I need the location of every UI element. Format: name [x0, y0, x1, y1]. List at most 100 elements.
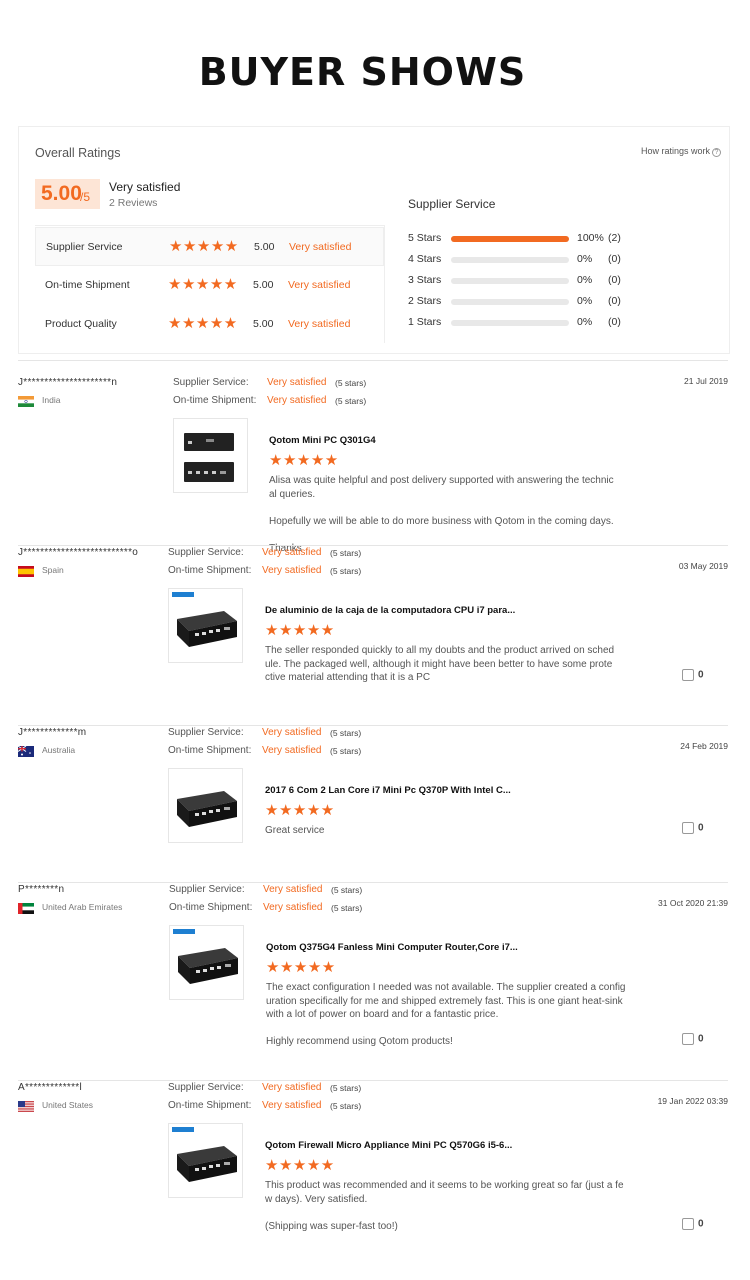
product-image[interactable]	[168, 768, 243, 843]
supplier-service-label: Supplier Service:	[169, 884, 245, 895]
product-image[interactable]	[169, 925, 244, 1000]
star-bar-row: 1 Stars 0% (0)	[408, 316, 648, 330]
star-bar-row: 3 Stars 0% (0)	[408, 274, 648, 288]
review-date: 24 Feb 2019	[680, 741, 728, 751]
supplier-service-value: Very satisfied	[262, 727, 322, 738]
divider	[18, 1080, 728, 1081]
divider	[18, 882, 728, 883]
star-bar-row: 2 Stars 0% (0)	[408, 295, 648, 309]
star-bar-track	[451, 320, 569, 326]
on-time-shipment-stars: (5 stars)	[330, 566, 362, 576]
on-time-shipment-label: On-time Shipment:	[168, 1100, 252, 1111]
review-text: Alisa was quite helpful and post deliver…	[269, 475, 614, 554]
helpful-button[interactable]: 0	[682, 822, 704, 834]
category-name: Product Quality	[45, 318, 117, 330]
supplier-service-stars: (5 stars)	[330, 728, 362, 738]
score-badge: 5.00 /5	[35, 179, 100, 209]
overall-score-denominator: /5	[80, 190, 91, 204]
star-bar-label: 2 Stars	[408, 295, 442, 307]
category-row-product-quality[interactable]: Product Quality ★★★★★ 5.00 Very satisfie…	[35, 305, 384, 344]
review-text: This product was recommended and it seem…	[265, 1180, 624, 1232]
category-stars: ★★★★★	[168, 315, 238, 332]
helpful-count: 0	[698, 1033, 704, 1045]
product-image[interactable]	[168, 1123, 243, 1198]
supplier-service-stars: (5 stars)	[330, 1083, 362, 1093]
category-score: 5.00	[253, 279, 274, 291]
category-text: Very satisfied	[289, 241, 352, 253]
star-bar-count: (0)	[608, 295, 621, 307]
product-image[interactable]	[173, 418, 248, 493]
on-time-shipment-value: Very satisfied	[263, 902, 323, 913]
supplier-service-label: Supplier Service:	[168, 547, 244, 558]
supplier-service-stars: (5 stars)	[330, 548, 362, 558]
supplier-service-title: Supplier Service	[408, 197, 496, 211]
overall-ratings-label: Overall Ratings	[35, 146, 121, 160]
star-bar-row: 5 Stars 100% (2)	[408, 232, 648, 246]
star-bar-label: 5 Stars	[408, 232, 442, 244]
review-item: J*********************n India Supplier Ser…	[18, 360, 728, 554]
star-bar-percent: 0%	[577, 316, 593, 328]
reviewer-country: United States	[42, 1100, 94, 1110]
product-title-link[interactable]: Qotom Q375G4 Fanless Mini Computer Route…	[266, 942, 518, 953]
review-date: 31 Oct 2020 21:39	[658, 898, 728, 908]
thumbs-up-icon[interactable]	[682, 822, 694, 834]
on-time-shipment-value: Very satisfied	[262, 565, 322, 576]
thumbs-up-icon[interactable]	[682, 669, 694, 681]
reviewer-country: India	[42, 395, 61, 405]
country-flag-icon	[18, 394, 34, 407]
thumbs-up-icon[interactable]	[682, 1033, 694, 1045]
on-time-shipment-stars: (5 stars)	[330, 1101, 362, 1111]
divider	[18, 725, 728, 726]
star-bar-count: (0)	[608, 274, 621, 286]
product-rating-stars: ★★★★★	[266, 959, 336, 976]
category-row-supplier-service[interactable]: Supplier Service ★★★★★ 5.00 Very satisfi…	[35, 227, 384, 266]
product-rating-stars: ★★★★★	[265, 1157, 335, 1174]
review-text: Great service	[265, 825, 325, 836]
star-bar-row: 4 Stars 0% (0)	[408, 253, 648, 267]
star-bar-count: (0)	[608, 253, 621, 265]
product-title-link[interactable]: De aluminio de la caja de la computadora…	[265, 605, 515, 616]
how-ratings-work-link[interactable]: How ratings work?	[641, 146, 721, 157]
page-title: BUYER SHOWS	[198, 50, 527, 94]
star-bar-fill	[451, 236, 569, 242]
star-bar-label: 4 Stars	[408, 253, 442, 265]
review-date: 19 Jan 2022 03:39	[657, 1096, 728, 1106]
on-time-shipment-label: On-time Shipment:	[173, 395, 257, 406]
star-bar-count: (0)	[608, 316, 621, 328]
helpful-button[interactable]: 0	[682, 669, 704, 681]
review-date: 21 Jul 2019	[684, 376, 728, 386]
help-icon[interactable]: ?	[712, 148, 721, 157]
helpful-button[interactable]: 0	[682, 1217, 704, 1230]
star-bar-track	[451, 257, 569, 263]
product-image[interactable]	[168, 588, 243, 663]
product-rating-stars: ★★★★★	[265, 802, 335, 819]
review-date: 03 May 2019	[678, 561, 728, 571]
product-title-link[interactable]: 2017 6 Com 2 Lan Core i7 Mini Pc Q370P W…	[265, 785, 511, 796]
reviewer-name: J*********************n	[18, 377, 118, 388]
divider	[35, 225, 384, 226]
category-text: Very satisfied	[288, 318, 351, 330]
on-time-shipment-value: Very satisfied	[267, 395, 327, 406]
helpful-count: 0	[698, 822, 704, 834]
divider	[384, 225, 385, 343]
country-flag-icon	[17, 744, 34, 757]
thumbs-up-icon[interactable]	[682, 1217, 694, 1230]
category-row-on-time-shipment[interactable]: On-time Shipment ★★★★★ 5.00 Very satisfi…	[35, 266, 384, 305]
overall-score-text: Very satisfied	[109, 180, 181, 194]
review-item: J**************************o Spain Supplie…	[18, 545, 728, 725]
country-flag-icon	[18, 901, 34, 914]
product-rating-stars: ★★★★★	[269, 452, 339, 469]
reviewer-name: J**************************o	[18, 547, 139, 558]
on-time-shipment-stars: (5 stars)	[330, 746, 362, 756]
review-item: P********n United Arab Emirates Supplier S…	[18, 882, 728, 1080]
star-bar-label: 1 Stars	[408, 316, 442, 328]
product-title-link[interactable]: Qotom Mini PC Q301G4	[269, 435, 376, 446]
star-bar-percent: 100%	[577, 232, 604, 244]
supplier-service-label: Supplier Service:	[168, 1082, 244, 1093]
helpful-button[interactable]: 0	[682, 1033, 704, 1045]
how-ratings-work-text[interactable]: How ratings work	[641, 146, 710, 156]
overall-score: 5.00	[41, 182, 82, 205]
review-count: 2 Reviews	[109, 197, 158, 209]
product-title-link[interactable]: Qotom Firewall Micro Appliance Mini PC Q…	[265, 1140, 512, 1151]
star-bar-percent: 0%	[577, 295, 593, 307]
